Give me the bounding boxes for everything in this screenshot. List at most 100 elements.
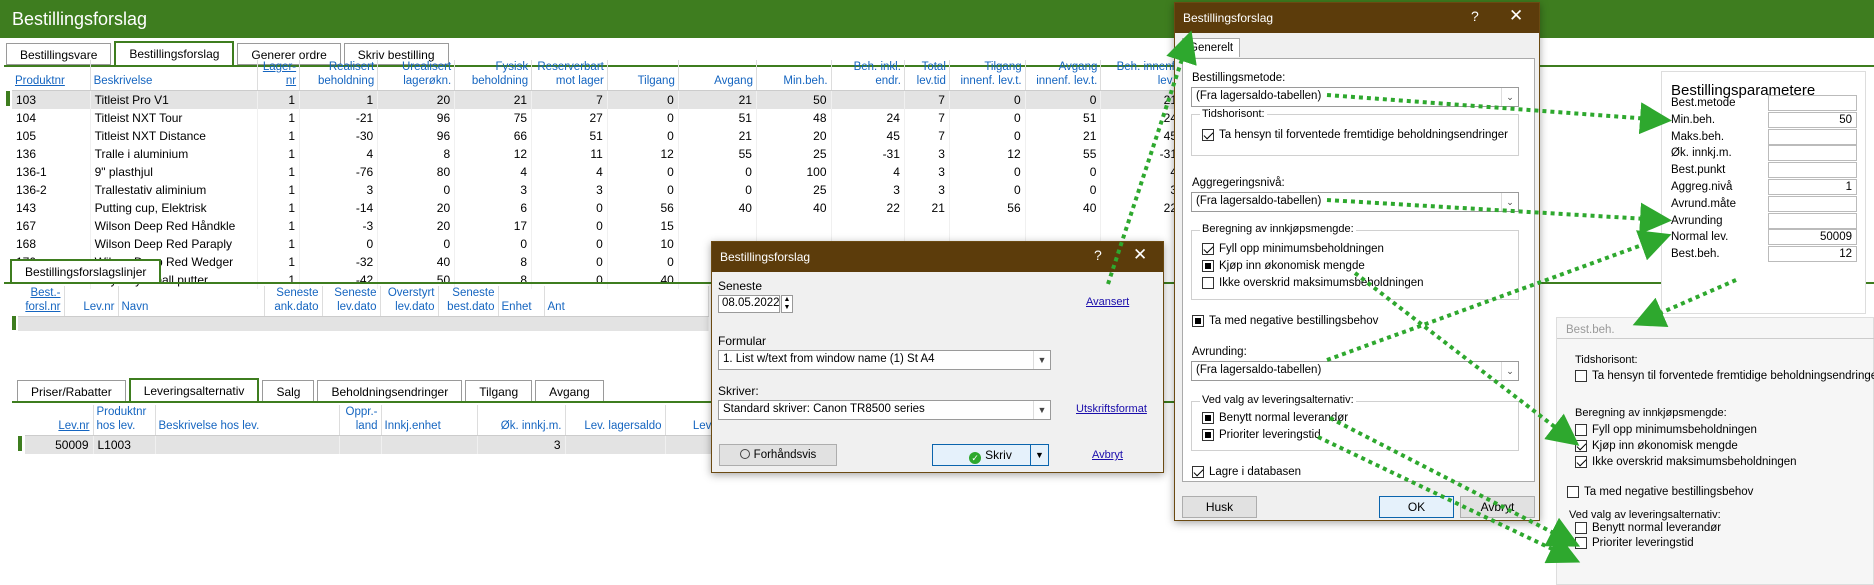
column-header[interactable]: Innkj.enhet [381, 405, 478, 436]
param-value-field[interactable]: 1 [1768, 179, 1857, 195]
checkbox-box-indeterminate[interactable] [1192, 315, 1204, 327]
utskriftsformat-link[interactable]: Utskriftsformat [1076, 403, 1147, 415]
checkbox-box-checked[interactable] [1575, 456, 1587, 468]
tab-priser-rabatter[interactable]: Priser/Rabatter [17, 380, 126, 402]
table-row[interactable]: 143 Putting cup, Elektrisk 1 -14 20 6 0 56 40 40 2… [12, 198, 1182, 217]
param-value-field[interactable]: 50 [1768, 111, 1857, 128]
column-header[interactable]: Navn [118, 286, 265, 317]
chevron-down-icon[interactable]: ▼ [1030, 445, 1048, 465]
param-value-field[interactable] [1768, 128, 1857, 145]
date-input[interactable]: 08.05.2022 [718, 295, 780, 313]
checkbox-box-checked[interactable] [1202, 129, 1214, 141]
column-header[interactable]: Lager-nr [257, 60, 301, 91]
checkbox-box[interactable] [1575, 370, 1587, 382]
checkbox-box[interactable] [1575, 522, 1587, 534]
column-header[interactable]: Avgang innenf. lev.t. [1025, 60, 1102, 91]
kjop-checkbox[interactable]: Kjøp inn økonomisk mengde [1202, 260, 1365, 272]
chevron-down-icon[interactable]: ▼ [1033, 401, 1050, 419]
normal-lev-checkbox[interactable]: Benytt normal leverandør [1202, 412, 1348, 424]
column-header[interactable]: Min.beh. [756, 60, 832, 91]
close-icon[interactable]: ✕ [1133, 245, 1147, 265]
table-row[interactable]: 136-19" plasthjul1-7680440010043004 [12, 162, 1182, 181]
rp-ikke-checkbox[interactable]: Ikke overskrid maksimumsbeholdningen [1575, 456, 1797, 468]
checkbox-box[interactable] [1575, 537, 1587, 549]
column-header[interactable]: Seneste ank.dato [264, 286, 323, 317]
date-spinner[interactable]: ▲ ▼ [781, 295, 793, 313]
checkbox-box-checked[interactable] [1202, 243, 1214, 255]
column-header[interactable]: Avgang [678, 60, 757, 91]
rp-kjop-checkbox[interactable]: Kjøp inn økonomisk mengde [1575, 440, 1738, 452]
skriver-select[interactable]: Standard skriver: Canon TR8500 series ▼ [718, 400, 1051, 420]
print-button[interactable]: ✓ Skriv ▼ [932, 444, 1049, 466]
column-header[interactable]: Produktnr hos lev. [93, 405, 156, 436]
checkbox-box-indeterminate[interactable] [1202, 260, 1214, 272]
formular-select[interactable]: 1. List w/text from window name (1) St A… [718, 350, 1051, 370]
tab-generelt[interactable]: Generelt [1182, 38, 1241, 57]
column-header[interactable]: Lev.nr [25, 405, 94, 436]
param-value-field[interactable] [1768, 195, 1857, 212]
close-icon[interactable]: ✕ [1509, 6, 1523, 26]
avrunding-select[interactable]: (Fra lagersaldo-tabellen) ⌄ [1191, 361, 1519, 381]
husk-button[interactable]: Husk [1182, 496, 1257, 518]
column-header[interactable]: Beh. innenf. lev.t [1100, 60, 1182, 91]
rp-prioriter-checkbox[interactable]: Prioriter leveringstid [1575, 537, 1694, 549]
checkbox-box-indeterminate[interactable] [1202, 412, 1214, 424]
table-row[interactable]: 105 Titleist NXT Distance 1 -30 96 66 51 0 21 20 4… [12, 126, 1182, 145]
column-header[interactable]: Tilgang [607, 60, 679, 91]
tab-beholdningsendringer[interactable]: Beholdningsendringer [317, 380, 463, 402]
ok-button[interactable]: OK [1379, 496, 1454, 518]
column-header[interactable]: Beskrivelse [90, 60, 258, 91]
checkbox-box[interactable] [1575, 424, 1587, 436]
column-header[interactable]: Seneste best.dato [438, 286, 499, 317]
column-header[interactable]: Overstyrt lev.dato [380, 286, 439, 317]
table-row[interactable]: 167 Wilson Deep Red Håndkle 1 -3 20 17 0 15 [12, 216, 1182, 235]
help-icon[interactable]: ? [1471, 8, 1479, 24]
column-header[interactable]: Total lev.tid [904, 60, 950, 91]
column-header[interactable]: Ant [544, 286, 709, 317]
column-header[interactable]: Produktnr [12, 60, 91, 91]
param-value-field[interactable] [1768, 162, 1857, 179]
chevron-down-icon[interactable]: ⌄ [1501, 88, 1518, 106]
param-value-field[interactable] [1768, 212, 1857, 229]
help-icon[interactable]: ? [1094, 247, 1102, 263]
table-row[interactable]: 104 Titleist NXT Tour 1 -21 96 75 27 0 51 48 24 7 0 5… [12, 108, 1182, 127]
column-header[interactable]: Lev. lagersaldo [565, 405, 666, 436]
tab-salg[interactable]: Salg [262, 380, 315, 402]
tab-avgang[interactable]: Avgang [535, 380, 604, 402]
column-header[interactable]: Lev.nr [64, 286, 119, 317]
column-header[interactable]: Seneste lev.dato [322, 286, 381, 317]
prioriter-checkbox[interactable]: Prioriter leveringstid [1202, 429, 1321, 441]
avbryt-button[interactable]: Avbryt [1460, 496, 1535, 518]
column-header[interactable]: Tilgang innenf. lev.t. [949, 60, 1026, 91]
chevron-down-icon[interactable]: ⌄ [1501, 193, 1518, 211]
fyll-checkbox[interactable]: Fyll opp minimumsbeholdningen [1202, 243, 1384, 255]
rp-fyll-checkbox[interactable]: Fyll opp minimumsbeholdningen [1575, 424, 1757, 436]
param-value-field[interactable] [1768, 95, 1857, 111]
column-header[interactable]: Fysisk beholdning [454, 60, 533, 91]
chevron-down-icon[interactable]: ▼ [1033, 351, 1050, 369]
param-value-field[interactable] [1768, 145, 1857, 162]
tab-tilgang[interactable]: Tilgang [465, 380, 533, 402]
param-value-field[interactable]: 50009 [1768, 229, 1857, 246]
chevron-down-icon[interactable]: ⌄ [1501, 362, 1518, 380]
avansert-link[interactable]: Avansert [1086, 296, 1129, 308]
column-header[interactable]: Urealisert lagerøkn. [377, 60, 456, 91]
lines-empty-row[interactable] [18, 316, 709, 331]
column-header[interactable]: Øk. innkj.m. [477, 405, 566, 436]
metode-select[interactable]: (Fra lagersaldo-tabellen) ⌄ [1191, 87, 1519, 107]
checkbox-box-indeterminate[interactable] [1202, 429, 1214, 441]
negative-checkbox[interactable]: Ta med negative bestillingsbehov [1192, 315, 1378, 327]
table-row[interactable]: 136-2 Trallestativ aliminium 1 3 0 3 3 0 0 25 3 3 0 0… [12, 180, 1182, 199]
checkbox-box[interactable] [1567, 486, 1579, 498]
preview-button[interactable]: Forhåndsvis [719, 444, 837, 466]
table-row[interactable]: 136 Tralle i aluminium 1 4 8 12 11 12 55 25 -31 3 12… [12, 144, 1182, 163]
column-header[interactable]: Best.- forsl.nr [18, 286, 65, 317]
column-header[interactable]: Beh. inkl. endr. [831, 60, 905, 91]
column-header[interactable]: Beskrivelse hos lev. [155, 405, 340, 436]
table-row[interactable]: 103 Titleist Pro V1 1 1 20 21 7 0 21 50 7 0 0 21 [12, 90, 1182, 109]
column-header[interactable]: Realisert beholdning [299, 60, 379, 91]
rp-tidshorisont-checkbox[interactable]: Ta hensyn til forventede fremtidige beho… [1575, 370, 1874, 382]
checkbox-box-checked[interactable] [1575, 440, 1587, 452]
tab-bestillingsforslagslinjer[interactable]: Bestillingsforslagslinjer [10, 259, 162, 283]
param-value-field[interactable]: 12 [1768, 246, 1857, 263]
